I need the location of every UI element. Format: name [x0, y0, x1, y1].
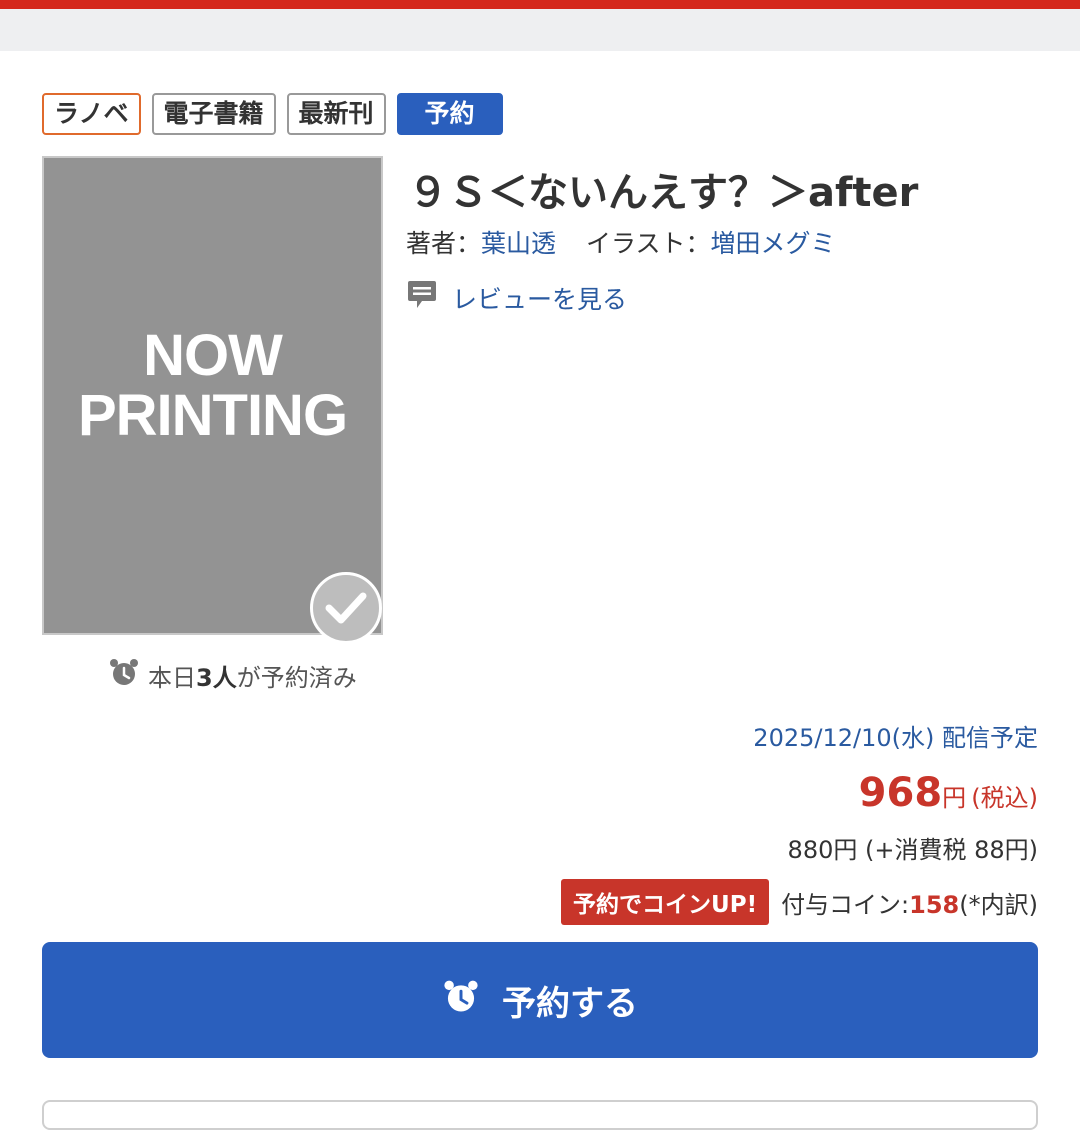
cover-placeholder-text: NOW PRINTING: [44, 326, 381, 446]
author-link[interactable]: 葉山透: [481, 229, 556, 258]
price-amount: 968: [858, 770, 943, 816]
alarm-clock-icon: [108, 656, 140, 694]
review-link-label: レビューを見る: [452, 285, 628, 314]
reserved-prefix: 本日: [148, 663, 196, 692]
author-line: 著者：葉山透 イラスト：増田メグミ: [406, 224, 835, 260]
coin-label: 付与コイン:: [781, 890, 910, 919]
reserved-count: 3人: [196, 663, 237, 692]
reserve-button-label: 予約する: [502, 983, 638, 1024]
price-unit: 円: [942, 784, 967, 812]
book-title: ９Ｓ＜ないんえす？＞after: [408, 170, 919, 216]
tag-latest[interactable]: 最新刊: [286, 93, 386, 135]
tag-list: ラノベ 電子書籍 最新刊 予約: [42, 93, 503, 135]
comment-icon: [406, 280, 438, 316]
tax-note: (税込): [971, 784, 1038, 812]
book-cover-image[interactable]: NOW PRINTING: [42, 156, 383, 635]
tag-reservation[interactable]: 予約: [396, 93, 503, 135]
coin-info: 予約でコインUP! 付与コイン:158(*内訳): [561, 879, 1038, 925]
author-label: 著者：: [406, 229, 482, 258]
reserve-button[interactable]: 予約する: [42, 942, 1038, 1058]
coin-breakdown-link[interactable]: (*内訳): [959, 891, 1038, 919]
review-link[interactable]: レビューを見る: [406, 280, 627, 316]
illustrator-link[interactable]: 増田メグミ: [710, 229, 835, 258]
reserved-count-info: 本日3人が予約済み: [108, 656, 357, 694]
tag-light-novel[interactable]: ラノベ: [42, 93, 141, 135]
alarm-clock-icon: [442, 977, 480, 1024]
release-date: 2025/12/10(水) 配信予定: [753, 718, 1038, 753]
cover-line-1: NOW: [143, 323, 283, 388]
price-tax-included: 968円 (税込): [859, 770, 1038, 816]
top-header-bar: [0, 0, 1080, 9]
coin-amount: 158: [909, 890, 960, 919]
release-date-value: 2025/12/10(水): [753, 724, 935, 752]
illustrator-label: イラスト：: [585, 229, 711, 258]
reserved-suffix: が予約済み: [236, 663, 357, 692]
release-date-label: 配信予定: [942, 724, 1038, 752]
check-icon[interactable]: [310, 572, 382, 644]
price-breakdown: 880円 (+消費税 88円): [787, 836, 1038, 864]
sub-header-bar: [0, 9, 1080, 51]
cover-line-2: PRINTING: [77, 383, 348, 448]
coin-up-badge: 予約でコインUP!: [561, 879, 770, 925]
tag-ebook[interactable]: 電子書籍: [151, 93, 276, 135]
